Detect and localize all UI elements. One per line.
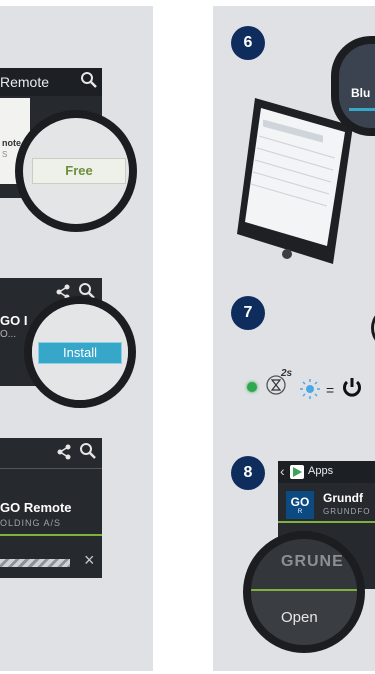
install-button[interactable]: Install xyxy=(38,342,122,364)
result-sub-fragment: S xyxy=(2,150,8,159)
publisher: GRUNDFO xyxy=(323,507,371,516)
right-panel: 6 Blu 7 2s = 8 ‹ Apps GO R Grundf GRUNDF… xyxy=(213,6,375,671)
play-action-bar: ‹ Apps xyxy=(278,461,375,483)
share-icon[interactable] xyxy=(56,444,72,465)
bluetooth-label-fragment: Blu xyxy=(351,86,371,100)
left-panel: Remote note S Free GO I O... Install GO … xyxy=(0,6,153,671)
search-icon[interactable] xyxy=(79,442,97,465)
action-bar: Remote xyxy=(0,68,102,96)
play-store-icon xyxy=(290,465,304,479)
search-title: Remote xyxy=(0,74,50,90)
download-progress xyxy=(0,559,70,567)
timer-label: 2s xyxy=(281,368,293,379)
step-badge-8: 8 xyxy=(231,456,265,490)
app-icon: GO R xyxy=(286,491,314,519)
magnifier-lens-free: Free xyxy=(15,110,137,232)
led-blue-blink-icon xyxy=(299,378,321,405)
apps-title: Apps xyxy=(308,465,334,477)
result-title-fragment: note xyxy=(2,138,21,148)
step-badge-6: 6 xyxy=(231,26,265,60)
close-icon[interactable]: × xyxy=(84,550,95,571)
free-button[interactable]: Free xyxy=(32,158,126,184)
instruction-sheet: Remote note S Free GO I O... Install GO … xyxy=(0,0,375,674)
power-icon xyxy=(341,376,363,403)
app-sub-fragment: O... xyxy=(0,329,17,340)
app-title-fragment: GO I xyxy=(0,313,28,328)
magnifier-lens-open: GRUNE Open xyxy=(243,531,365,653)
app-title: GO Remote xyxy=(0,500,72,515)
power-button-partial xyxy=(371,306,375,350)
downloading-screen: GO Remote OLDING A/S × xyxy=(0,438,102,578)
app-title-zoom: GRUNE xyxy=(281,553,344,570)
app-title: Grundf xyxy=(323,491,363,505)
publisher: OLDING A/S xyxy=(0,518,62,528)
search-icon[interactable] xyxy=(80,71,98,94)
step-badge-7: 7 xyxy=(231,296,265,330)
led-green-icon xyxy=(247,382,257,392)
back-chevron-icon[interactable]: ‹ xyxy=(280,463,285,479)
magnifier-lens-install: Install xyxy=(24,296,136,408)
open-button[interactable]: Open xyxy=(251,591,357,645)
equals-sign: = xyxy=(326,382,335,398)
